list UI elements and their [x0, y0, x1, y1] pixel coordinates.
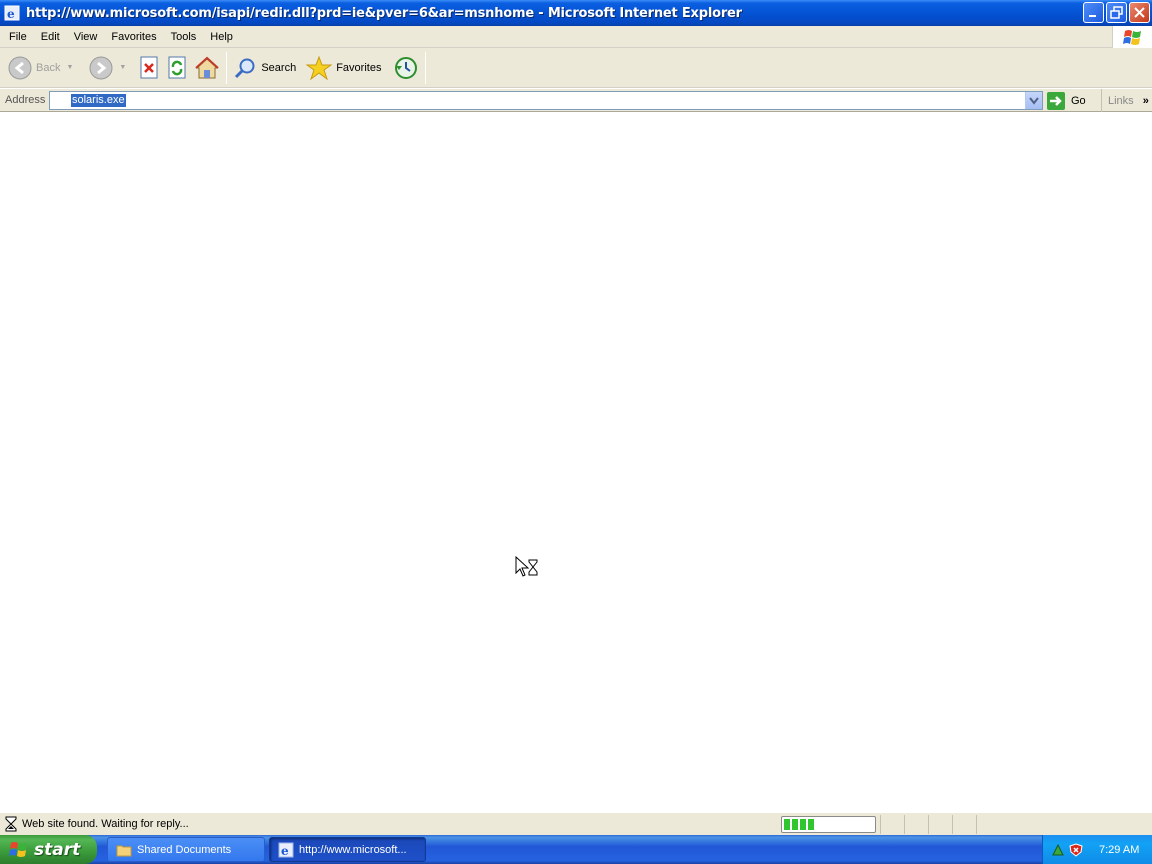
- menu-bar: File Edit View Favorites Tools Help: [0, 26, 1152, 48]
- menu-file[interactable]: File: [0, 26, 34, 48]
- history-icon: [395, 56, 418, 79]
- back-label: Back: [36, 61, 61, 74]
- windows-logo: [1112, 26, 1152, 48]
- go-arrow-icon: [1047, 91, 1065, 110]
- home-icon: [195, 56, 220, 78]
- status-panes: [880, 815, 1126, 834]
- links-toolbar[interactable]: Links »: [1101, 89, 1149, 112]
- go-label: Go: [1071, 94, 1086, 107]
- minimize-button[interactable]: [1083, 2, 1104, 23]
- address-input[interactable]: solaris.exe: [49, 91, 1043, 110]
- hourglass-icon: [5, 816, 17, 832]
- folder-icon: [116, 845, 132, 856]
- go-button[interactable]: Go: [1047, 91, 1086, 110]
- taskbar-button-label: http://www.microsoft...: [299, 843, 407, 856]
- address-label: Address: [5, 94, 46, 106]
- window-controls: [1083, 2, 1150, 23]
- stop-button[interactable]: [135, 50, 163, 86]
- taskbar-button-shared-documents[interactable]: Shared Documents: [107, 837, 265, 862]
- close-icon: [1134, 7, 1145, 18]
- home-button[interactable]: [191, 50, 223, 86]
- clock[interactable]: 7:29 AM: [1099, 844, 1139, 856]
- restore-icon: [1110, 6, 1123, 19]
- svg-text:e: e: [281, 844, 289, 858]
- forward-dropdown-icon[interactable]: ▼: [119, 64, 126, 71]
- status-zone-pane: [976, 815, 1126, 834]
- favorites-label: Favorites: [336, 61, 382, 74]
- minimize-icon: [1089, 15, 1096, 17]
- search-button[interactable]: Search: [230, 50, 299, 86]
- favorites-button[interactable]: Favorites: [303, 50, 384, 86]
- search-icon: [235, 58, 255, 78]
- toolbar-separator: [425, 51, 427, 84]
- history-button[interactable]: [390, 50, 422, 86]
- favorites-star-icon: [306, 55, 333, 80]
- menu-edit[interactable]: Edit: [34, 26, 67, 48]
- taskbar: start Shared Documents e http://www.micr…: [0, 835, 1152, 864]
- toolbar-separator: [226, 51, 228, 84]
- menu-favorites[interactable]: Favorites: [104, 26, 163, 48]
- status-pane: [928, 815, 952, 834]
- forward-arrow-icon: [89, 56, 113, 79]
- address-bar: Address solaris.exe Go Links »: [0, 89, 1152, 112]
- busy-cursor-icon: [515, 556, 538, 577]
- status-pane: [952, 815, 976, 834]
- progress-fill: [784, 819, 816, 830]
- status-pane: [904, 815, 928, 834]
- forward-button[interactable]: ▼: [86, 50, 129, 86]
- ie-icon: e: [278, 842, 294, 858]
- toolbar: Back ▼ ▼ Search Favorites: [0, 48, 1152, 88]
- links-chevron-icon[interactable]: »: [1143, 95, 1149, 107]
- window-title: http://www.microsoft.com/isapi/redir.dll…: [26, 5, 742, 21]
- links-label: Links: [1108, 94, 1134, 107]
- menu-view[interactable]: View: [67, 26, 105, 48]
- taskbar-button-label: Shared Documents: [137, 843, 232, 856]
- status-bar: Web site found. Waiting for reply...: [0, 812, 1152, 835]
- status-pane: [880, 815, 904, 834]
- address-value: solaris.exe: [71, 94, 126, 107]
- svg-text:e: e: [7, 7, 15, 21]
- progress-bar: [781, 816, 876, 833]
- back-dropdown-icon[interactable]: ▼: [66, 64, 73, 71]
- taskbar-button-internet-explorer[interactable]: e http://www.microsoft...: [269, 837, 426, 862]
- stop-icon: [140, 56, 158, 78]
- back-button[interactable]: Back ▼: [5, 50, 76, 86]
- system-tray: 7:29 AM: [1042, 835, 1152, 864]
- refresh-button[interactable]: [163, 50, 191, 86]
- page-content[interactable]: [0, 112, 1152, 812]
- windows-flag-icon: [1122, 30, 1141, 45]
- ie-icon: e: [4, 5, 20, 21]
- security-alert-icon[interactable]: [1069, 842, 1083, 857]
- restore-button[interactable]: [1106, 2, 1127, 23]
- refresh-icon: [168, 56, 186, 78]
- menu-tools[interactable]: Tools: [164, 26, 204, 48]
- title-bar[interactable]: e http://www.microsoft.com/isapi/redir.d…: [0, 0, 1152, 26]
- menu-help[interactable]: Help: [203, 26, 240, 48]
- network-icon[interactable]: [1051, 843, 1065, 857]
- search-label: Search: [261, 61, 297, 74]
- chevron-down-icon: [1029, 96, 1039, 105]
- start-label: start: [34, 839, 81, 860]
- close-button[interactable]: [1129, 2, 1150, 23]
- address-dropdown-button[interactable]: [1025, 92, 1042, 109]
- start-button[interactable]: start: [0, 835, 97, 864]
- windows-flag-icon: [9, 841, 27, 857]
- status-text: Web site found. Waiting for reply...: [22, 818, 189, 830]
- back-arrow-icon: [8, 56, 32, 79]
